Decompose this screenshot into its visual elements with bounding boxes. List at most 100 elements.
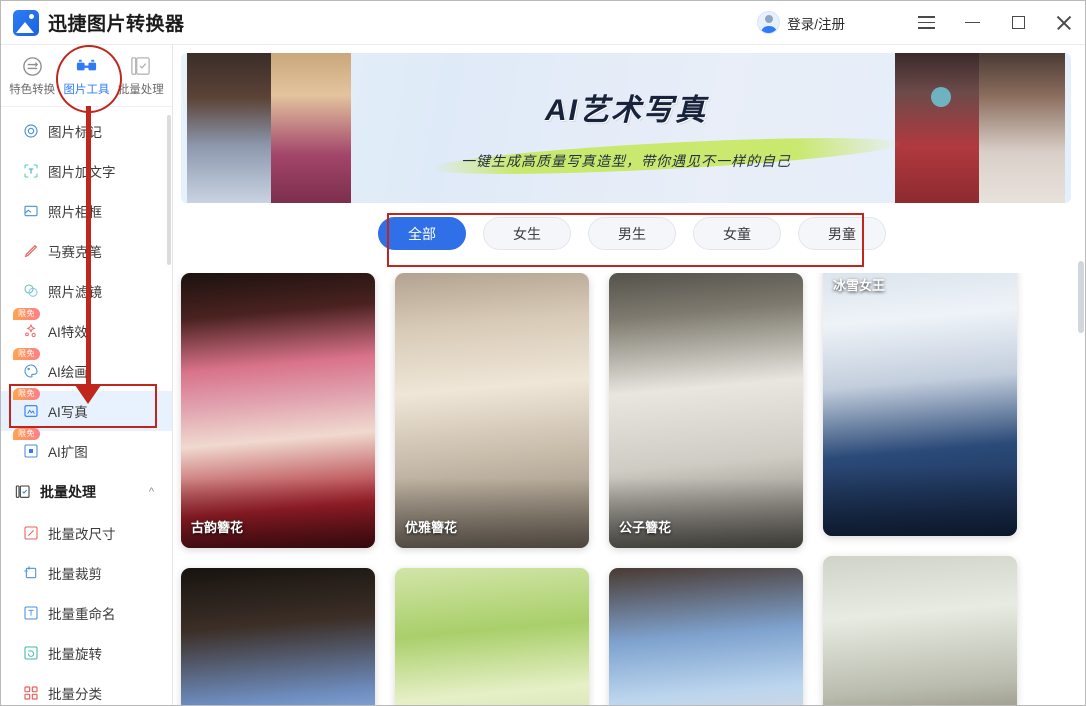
- banner-subtitle: 一键生成高质量写真造型，带你遇见不一样的自己: [461, 153, 791, 169]
- ai-effects-icon: [23, 323, 39, 339]
- filter-chip-girl[interactable]: 女童: [693, 217, 781, 250]
- template-card[interactable]: [823, 556, 1017, 705]
- topnav-item-batch-process[interactable]: 批量处理: [115, 55, 167, 97]
- main-scrollbar[interactable]: [1078, 261, 1084, 333]
- category-filter-bar: 全部 女生 男生 女童 男童: [174, 203, 1085, 262]
- template-card[interactable]: 公子簪花: [609, 273, 803, 548]
- template-caption: 公子簪花: [619, 520, 672, 535]
- topnav-label: 图片工具: [63, 83, 110, 96]
- login-register-button[interactable]: 登录/注册: [757, 11, 845, 34]
- add-text-icon: [23, 163, 39, 179]
- filter-chip-boy[interactable]: 男童: [798, 217, 886, 250]
- target-mark-icon: [23, 123, 39, 139]
- sidebar-item-batch-resize[interactable]: 批量改尺寸: [1, 513, 172, 553]
- sidebar-item-label: AI扩图: [48, 445, 88, 460]
- ai-portrait-icon: [23, 403, 39, 419]
- main-content: AI艺术写真 一键生成高质量写真造型，带你遇见不一样的自己 全部 女生 男生 女…: [174, 45, 1085, 705]
- sidebar-item-label: 批量裁剪: [48, 567, 102, 582]
- filter-chip-all[interactable]: 全部: [378, 217, 466, 250]
- crop-icon: [23, 565, 39, 581]
- rename-icon: [23, 605, 39, 621]
- close-icon: [1056, 15, 1072, 31]
- top-nav: 特色转换 图片工具 批量处理: [1, 45, 172, 107]
- template-thumbnail: [395, 568, 589, 705]
- rotate-icon: [23, 645, 39, 661]
- photo-filter-icon: [23, 283, 39, 299]
- hamburger-menu-button[interactable]: [903, 1, 949, 45]
- sidebar: 特色转换 图片工具 批量处理 图片标记 图片加文字 照片相框 马赛克笔 照片滤镜…: [1, 45, 173, 705]
- template-thumbnail: [823, 273, 1017, 536]
- template-card[interactable]: 优雅簪花: [395, 273, 589, 548]
- app-title: 迅捷图片转换器: [48, 14, 185, 35]
- sidebar-item-ai-effects[interactable]: 限免 AI特效: [1, 308, 172, 351]
- template-card[interactable]: [395, 568, 589, 705]
- promo-banner[interactable]: AI艺术写真 一键生成高质量写真造型，带你遇见不一样的自己: [181, 53, 1071, 203]
- template-thumbnail: [609, 273, 803, 548]
- topnav-item-image-tools[interactable]: 图片工具: [60, 55, 112, 97]
- sidebar-item-ai-portrait[interactable]: 限免 AI写真: [1, 388, 172, 431]
- image-tools-icon: [74, 55, 99, 78]
- sidebar-item-image-mark[interactable]: 图片标记: [1, 111, 172, 151]
- sidebar-item-batch-classify[interactable]: 批量分类: [1, 673, 172, 705]
- classify-icon: [23, 685, 39, 701]
- template-thumbnail: [181, 273, 375, 548]
- titlebar-right: 登录/注册: [757, 1, 1085, 45]
- sidebar-item-label: 批量改尺寸: [48, 527, 116, 542]
- sidebar-item-photo-filter[interactable]: 照片滤镜: [1, 271, 172, 311]
- title-bar: 迅捷图片转换器 登录/注册: [1, 1, 1085, 45]
- topnav-item-special-convert[interactable]: 特色转换: [6, 55, 58, 97]
- app-logo-icon: [13, 9, 39, 36]
- sidebar-item-label: AI绘画: [48, 365, 88, 380]
- ai-expand-icon: [23, 443, 39, 459]
- minimize-button[interactable]: [949, 1, 995, 45]
- topnav-label: 批量处理: [117, 83, 164, 96]
- ai-painting-icon: [23, 363, 39, 379]
- template-card[interactable]: [609, 568, 803, 705]
- template-card[interactable]: [181, 568, 375, 705]
- filter-chip-male[interactable]: 男生: [588, 217, 676, 250]
- convert-icon: [20, 55, 45, 78]
- maximize-icon: [1011, 16, 1025, 29]
- sidebar-item-label: 批量重命名: [48, 607, 116, 622]
- topnav-label: 特色转换: [9, 83, 56, 96]
- sidebar-item-batch-crop[interactable]: 批量裁剪: [1, 553, 172, 593]
- application-window: 迅捷图片转换器 登录/注册 特色转换 图片工具 批量处理 图片标记 图片加文字 …: [0, 0, 1086, 706]
- sidebar-item-label: 照片滤镜: [48, 285, 102, 300]
- template-card[interactable]: 冰雪女王: [823, 273, 1017, 536]
- sidebar-group-label: 批量处理: [40, 484, 96, 500]
- banner-title: AI艺术写真: [545, 94, 707, 127]
- filter-chip-female[interactable]: 女生: [483, 217, 571, 250]
- template-thumbnail: [823, 556, 1017, 705]
- hamburger-menu-icon: [917, 16, 935, 29]
- resize-icon: [23, 525, 39, 541]
- sidebar-group-batch-process[interactable]: 批量处理 ^: [1, 471, 172, 513]
- minimize-icon: [964, 21, 980, 24]
- template-thumbnail: [395, 273, 589, 548]
- badge-limited-free: 限免: [13, 428, 40, 441]
- user-avatar-icon: [757, 11, 781, 34]
- close-button[interactable]: [1041, 1, 1085, 45]
- sidebar-item-label: 图片加文字: [48, 165, 116, 180]
- mosaic-pen-icon: [23, 243, 39, 259]
- template-caption: 古韵簪花: [191, 520, 244, 535]
- sidebar-item-batch-rename[interactable]: 批量重命名: [1, 593, 172, 633]
- maximize-button[interactable]: [995, 1, 1041, 45]
- sidebar-item-label: 马赛克笔: [48, 245, 102, 260]
- sidebar-scrollbar[interactable]: [167, 115, 171, 265]
- sidebar-item-ai-expand[interactable]: 限免 AI扩图: [1, 428, 172, 471]
- sidebar-item-add-text[interactable]: 图片加文字: [1, 151, 172, 191]
- batch-checkbox-icon: [15, 484, 31, 500]
- banner-text: AI艺术写真 一键生成高质量写真造型，带你遇见不一样的自己: [181, 85, 1071, 171]
- sidebar-item-label: 批量分类: [48, 687, 102, 702]
- login-register-label: 登录/注册: [787, 16, 845, 32]
- chevron-up-icon[interactable]: ^: [149, 486, 154, 498]
- sidebar-item-batch-rotate[interactable]: 批量旋转: [1, 633, 172, 673]
- photo-frame-icon: [23, 203, 39, 219]
- template-gallery: 古韵簪花 优雅簪花 公子簪花 冰雪女王: [174, 273, 1085, 705]
- sidebar-item-ai-painting[interactable]: 限免 AI绘画: [1, 348, 172, 391]
- template-thumbnail: [181, 568, 375, 705]
- sidebar-item-photo-frame[interactable]: 照片相框: [1, 191, 172, 231]
- sidebar-item-mosaic-pen[interactable]: 马赛克笔: [1, 231, 172, 271]
- badge-limited-free: 限免: [13, 348, 40, 361]
- template-card[interactable]: 古韵簪花: [181, 273, 375, 548]
